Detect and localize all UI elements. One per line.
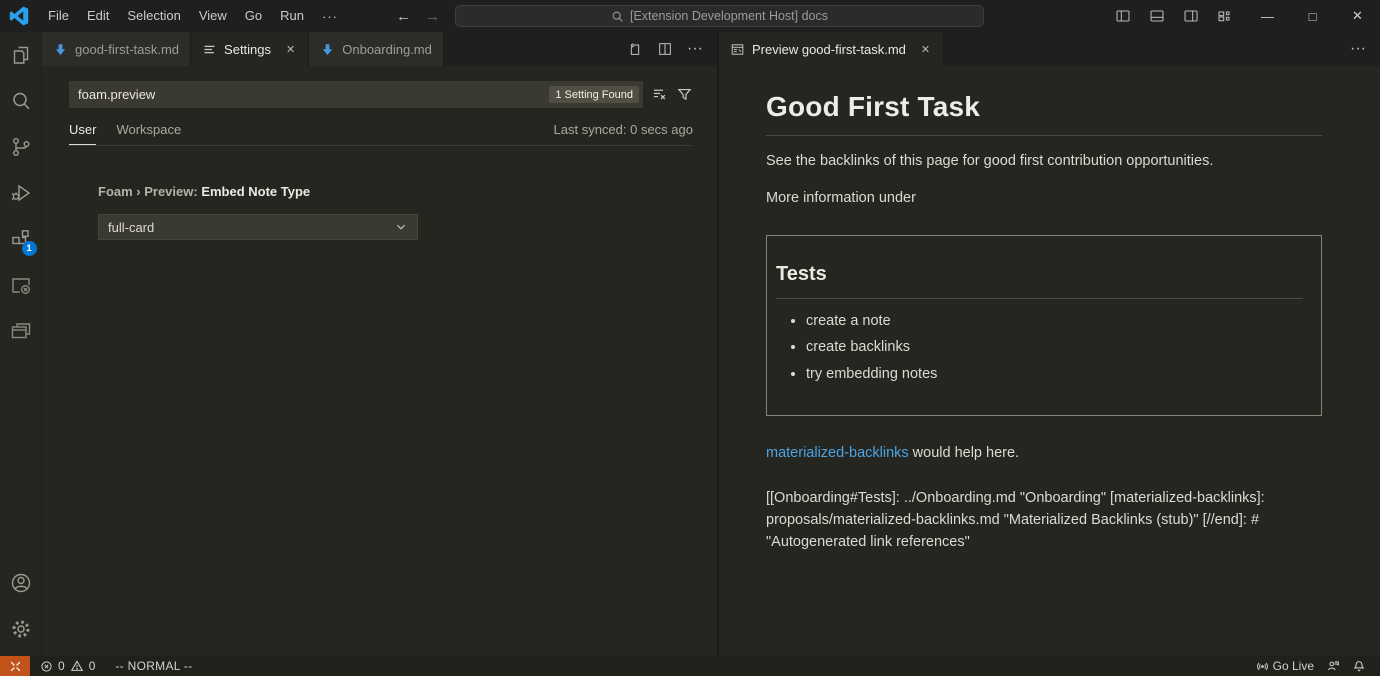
menu-more-icon[interactable]: ··· <box>313 9 347 24</box>
warnings-icon <box>70 659 84 673</box>
link-suffix-text: would help here. <box>909 445 1019 461</box>
list-item: create a note <box>806 311 1303 333</box>
activity-bar: 1 <box>0 32 42 656</box>
last-synced-label: Last synced: 0 secs ago <box>554 122 693 144</box>
markdown-preview-icon <box>730 42 745 57</box>
link-references-text: [[Onboarding#Tests]: ../Onboarding.md "O… <box>766 487 1322 554</box>
tab-label: good-first-task.md <box>75 42 179 57</box>
materialized-backlinks-link[interactable]: materialized-backlinks <box>766 445 909 461</box>
status-bar: 0 0 -- NORMAL -- Go Live <box>0 656 1380 676</box>
list-item: try embedding notes <box>806 364 1303 386</box>
menu-file[interactable]: File <box>39 5 78 27</box>
broadcast-icon <box>1256 660 1269 673</box>
settings-search-input[interactable]: foam.preview 1 Setting Found <box>69 81 643 108</box>
title-bar: File Edit Selection View Go Run ··· ← → … <box>0 0 1380 32</box>
errors-count: 0 <box>58 659 65 673</box>
right-tab-bar: Preview good-first-task.md ✕ ··· <box>719 32 1380 66</box>
tab-settings[interactable]: Settings ✕ <box>191 32 309 66</box>
toggle-panel-icon[interactable] <box>1143 0 1171 32</box>
open-settings-json-icon[interactable] <box>627 41 643 57</box>
tab-onboarding[interactable]: Onboarding.md <box>309 32 444 66</box>
menu-edit[interactable]: Edit <box>78 5 118 27</box>
vscode-logo-icon <box>9 6 29 26</box>
remote-indicator[interactable] <box>0 656 30 676</box>
menu-run[interactable]: Run <box>271 5 313 27</box>
markdown-file-icon <box>320 42 335 57</box>
setting-embed-note-type: Foam › Preview: Embed Note Type full-car… <box>98 184 717 240</box>
accounts-icon[interactable] <box>0 560 42 606</box>
command-center[interactable]: [Extension Development Host] docs <box>455 5 984 27</box>
navigate-forward-icon[interactable]: → <box>425 8 440 25</box>
search-view-icon[interactable] <box>0 78 42 124</box>
tab-label: Preview good-first-task.md <box>752 42 906 57</box>
tab-close-icon[interactable]: ✕ <box>919 42 932 57</box>
navigate-back-icon[interactable]: ← <box>396 8 411 25</box>
window-minimize-button[interactable]: — <box>1245 0 1290 32</box>
menu-view[interactable]: View <box>190 5 236 27</box>
menu-selection[interactable]: Selection <box>118 5 189 27</box>
preview-paragraph: More information under <box>766 188 1322 210</box>
more-actions-icon[interactable]: ··· <box>1350 40 1366 58</box>
embed-card-list: create a note create backlinks try embed… <box>776 311 1303 386</box>
markdown-file-icon <box>53 42 68 57</box>
windows-panel-icon[interactable] <box>0 308 42 354</box>
more-actions-icon[interactable]: ··· <box>687 40 703 58</box>
feedback-icon[interactable] <box>1320 656 1346 676</box>
settings-editor: foam.preview 1 Setting Found User Worksp… <box>43 66 717 656</box>
go-live-label: Go Live <box>1273 659 1314 673</box>
tab-label: Settings <box>224 42 271 57</box>
editor-group-sash[interactable] <box>717 32 719 656</box>
settings-gear-icon[interactable] <box>0 606 42 652</box>
markdown-preview-pane: Good First Task See the backlinks of thi… <box>719 66 1380 656</box>
embed-note-type-select[interactable]: full-card <box>98 214 418 240</box>
filter-settings-icon[interactable] <box>676 86 693 103</box>
menu-go[interactable]: Go <box>236 5 271 27</box>
settings-search-value: foam.preview <box>78 87 155 102</box>
tab-preview-good-first-task[interactable]: Preview good-first-task.md ✕ <box>719 32 944 66</box>
extensions-badge: 1 <box>22 241 37 256</box>
window-maximize-button[interactable]: □ <box>1290 0 1335 32</box>
vim-mode-indicator[interactable]: -- NORMAL -- <box>109 656 198 676</box>
scope-tab-user[interactable]: User <box>69 122 96 145</box>
embedded-note-card: Tests create a note create backlinks try… <box>766 235 1322 416</box>
tab-good-first-task[interactable]: good-first-task.md <box>42 32 191 66</box>
list-item: create backlinks <box>806 337 1303 359</box>
source-control-icon[interactable] <box>0 124 42 170</box>
setting-name: Embed Note Type <box>201 184 310 199</box>
warnings-count: 0 <box>89 659 96 673</box>
embed-card-heading: Tests <box>776 259 1303 299</box>
toggle-primary-sidebar-icon[interactable] <box>1109 0 1137 32</box>
tab-label: Onboarding.md <box>342 42 432 57</box>
problems-status[interactable]: 0 0 <box>34 656 101 676</box>
settings-editor-icon <box>202 42 217 57</box>
chevron-down-icon <box>394 220 408 234</box>
split-editor-icon[interactable] <box>657 41 673 57</box>
search-icon <box>611 10 624 23</box>
run-debug-icon[interactable] <box>0 170 42 216</box>
toggle-secondary-sidebar-icon[interactable] <box>1177 0 1205 32</box>
customize-layout-icon[interactable] <box>1211 0 1239 32</box>
errors-icon <box>40 660 53 673</box>
setting-category: Foam › Preview: <box>98 184 201 199</box>
preview-paragraph: See the backlinks of this page for good … <box>766 151 1322 173</box>
select-value: full-card <box>108 220 154 235</box>
notifications-bell-icon[interactable] <box>1346 656 1372 676</box>
remote-icon <box>9 660 22 673</box>
go-live-button[interactable]: Go Live <box>1250 656 1320 676</box>
settings-scope-tabs: User Workspace Last synced: 0 secs ago <box>69 122 693 146</box>
clear-settings-filter-icon[interactable] <box>651 86 668 103</box>
extensions-icon[interactable]: 1 <box>0 216 42 262</box>
settings-count-badge: 1 Setting Found <box>549 86 639 103</box>
explorer-icon[interactable] <box>0 32 42 78</box>
tab-close-icon[interactable]: ✕ <box>284 42 297 57</box>
window-close-button[interactable]: ✕ <box>1335 0 1380 32</box>
command-center-label: [Extension Development Host] docs <box>630 9 828 23</box>
scope-tab-workspace[interactable]: Workspace <box>116 122 181 144</box>
remote-explorer-icon[interactable] <box>0 262 42 308</box>
left-tab-bar: good-first-task.md Settings ✕ Onboarding… <box>42 32 717 66</box>
preview-title: Good First Task <box>766 86 1322 136</box>
